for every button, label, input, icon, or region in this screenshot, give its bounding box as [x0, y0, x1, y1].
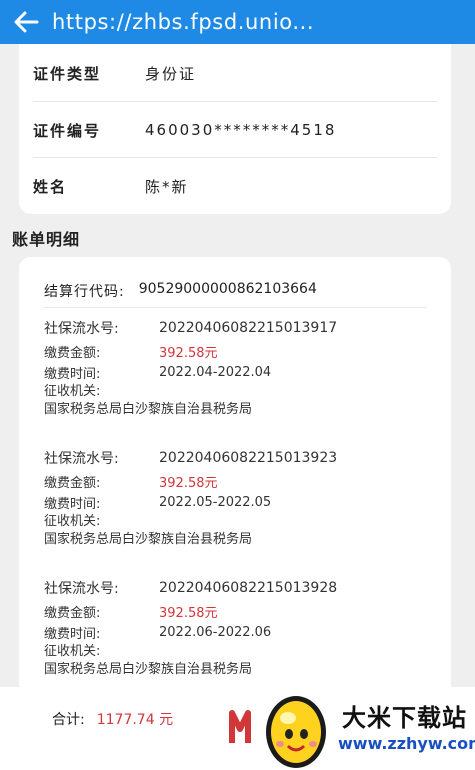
section-title: 账单明细 — [12, 230, 81, 249]
identity-card: 证件类型 身份证 证件编号 460030********4518 姓名 陈*新 — [19, 44, 451, 214]
watermark-title: 大米下载站 — [342, 704, 467, 732]
amount-label: 缴费金额: — [44, 346, 101, 361]
settlement-code-row: 结算行代码: 90529000000862103664 — [44, 281, 317, 301]
time-label: 缴费时间: — [44, 497, 101, 512]
rice-mascot-icon — [266, 696, 326, 768]
payment-record: 社保流水号: 20220406082215013928 缴费金额: 392.58元 … — [44, 575, 431, 680]
serial-label: 社保流水号: — [44, 321, 119, 337]
serial-value: 20220406082215013923 — [159, 450, 338, 466]
back-button[interactable] — [0, 0, 52, 44]
payment-record: 社保流水号: 20220406082215013917 缴费金额: 392.58元 … — [44, 315, 431, 420]
org-value: 国家税务总局白沙黎族自治县税务局 — [44, 532, 253, 547]
serial-value: 20220406082215013928 — [159, 580, 338, 596]
org-label: 征收机关: — [44, 514, 101, 529]
amount-label: 缴费金额: — [44, 606, 101, 621]
name-value: 陈*新 — [145, 177, 189, 196]
serial-label: 社保流水号: — [44, 451, 119, 467]
browser-top-bar: https://zhbs.fpsd.unio... — [0, 0, 475, 44]
name-label: 姓名 — [33, 177, 68, 196]
time-value: 2022.04-2022.04 — [159, 365, 272, 380]
id-number-value: 460030********4518 — [145, 121, 337, 139]
total-value: 1177.74 元 — [96, 712, 174, 728]
serial-value: 20220406082215013917 — [159, 320, 338, 336]
amount-value: 392.58元 — [159, 346, 218, 361]
app-logo-icon — [228, 699, 264, 755]
id-number-row: 证件编号 460030********4518 — [33, 102, 437, 158]
org-value: 国家税务总局白沙黎族自治县税务局 — [44, 402, 253, 417]
settlement-code-value: 90529000000862103664 — [138, 281, 317, 297]
amount-value: 392.58元 — [159, 476, 218, 491]
id-type-row: 证件类型 身份证 — [33, 45, 437, 101]
watermark-url: www.zzhyw.com — [338, 734, 475, 753]
page-url: https://zhbs.fpsd.unio... — [52, 10, 315, 34]
org-label: 征收机关: — [44, 644, 101, 659]
id-number-label: 证件编号 — [33, 121, 102, 140]
amount-value: 392.58元 — [159, 606, 218, 621]
id-type-value: 身份证 — [145, 64, 197, 83]
payment-record: 社保流水号: 20220406082215013923 缴费金额: 392.58元 … — [44, 445, 431, 550]
back-arrow-icon — [14, 11, 39, 33]
name-row: 姓名 陈*新 — [33, 158, 437, 214]
org-value: 国家税务总局白沙黎族自治县税务局 — [44, 662, 253, 677]
total-label: 合计: — [52, 712, 85, 728]
time-label: 缴费时间: — [44, 627, 101, 642]
time-value: 2022.06-2022.06 — [159, 625, 272, 640]
settlement-code-label: 结算行代码: — [44, 284, 125, 300]
time-value: 2022.05-2022.05 — [159, 495, 272, 510]
bill-detail-card: 结算行代码: 90529000000862103664 社保流水号: 202204… — [19, 257, 451, 697]
watermark: 大米下载站 www.zzhyw.com — [262, 688, 475, 770]
time-label: 缴费时间: — [44, 367, 101, 382]
serial-label: 社保流水号: — [44, 581, 119, 597]
amount-label: 缴费金额: — [44, 476, 101, 491]
divider — [44, 307, 427, 308]
org-label: 征收机关: — [44, 384, 101, 399]
id-type-label: 证件类型 — [33, 64, 102, 83]
total-summary: 合计: 1177.74 元 — [52, 709, 173, 729]
